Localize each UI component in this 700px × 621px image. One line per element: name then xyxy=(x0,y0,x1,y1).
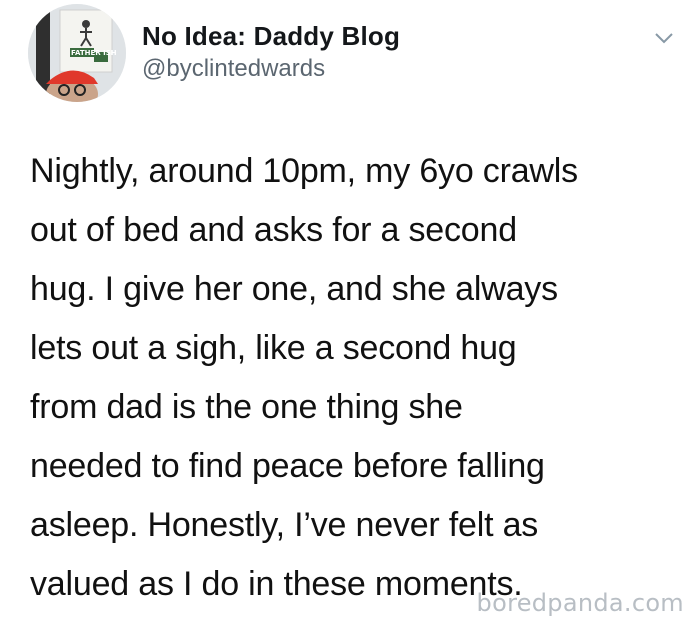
avatar[interactable]: FATHER ISH xyxy=(28,4,126,102)
tweet-text-line: lets out a sigh, like a second hug xyxy=(30,329,517,367)
tweet-text: Nightly, around 10pm, my 6yo crawls out … xyxy=(30,142,670,614)
tweet-text-line: asleep. Honestly, I’ve never felt as xyxy=(30,506,539,544)
author-names: No Idea: Daddy Blog @byclintedwards xyxy=(142,20,400,84)
avatar-sign-text: FATHER ISH xyxy=(71,49,117,57)
tweet-text-line: Nightly, around 10pm, my 6yo crawls xyxy=(30,152,578,190)
tweet-text-line: hug. I give her one, and she always xyxy=(30,270,558,308)
display-name[interactable]: No Idea: Daddy Blog xyxy=(142,20,400,52)
tweet-text-line: needed to find peace before falling xyxy=(30,447,545,485)
chevron-down-icon[interactable] xyxy=(652,26,676,50)
tweet-text-line: from dad is the one thing she xyxy=(30,388,463,426)
watermark: boredpanda.com xyxy=(476,589,684,617)
tweet-header: FATHER ISH No Idea: Daddy Blog @byclinte… xyxy=(28,4,688,104)
tweet-text-line: out of bed and asks for a second xyxy=(30,211,517,249)
user-handle[interactable]: @byclintedwards xyxy=(142,54,400,84)
avatar-image: FATHER ISH xyxy=(28,4,126,102)
